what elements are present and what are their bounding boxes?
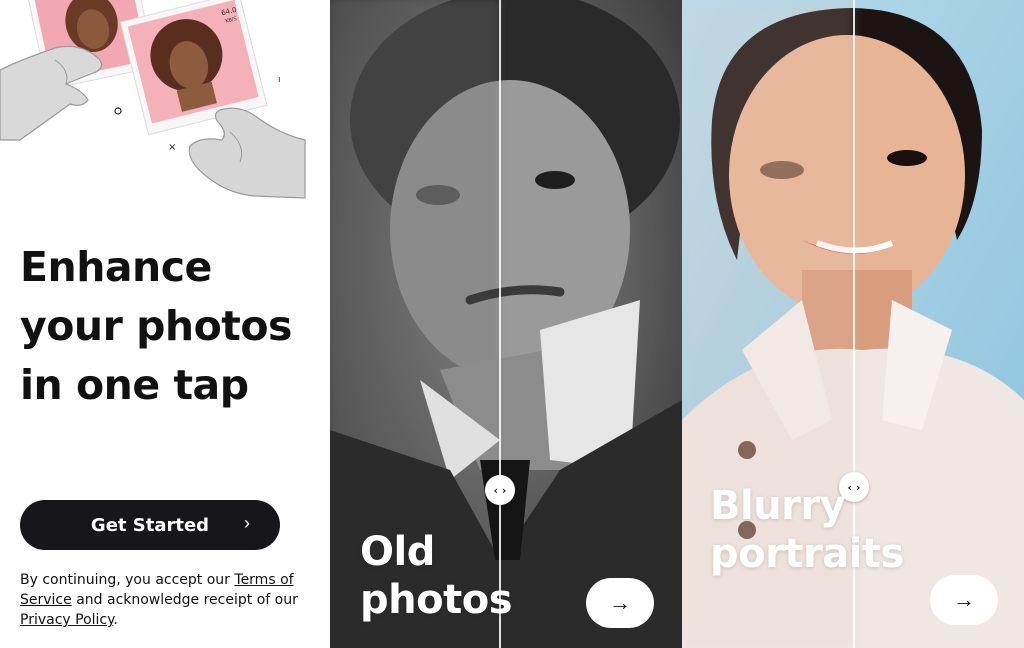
get-started-label: Get Started [90, 514, 210, 536]
old-photos-title: Old photos [360, 529, 513, 623]
chevron-right-icon: › [244, 513, 250, 533]
legal-prefix: By continuing, you accept our [20, 572, 235, 588]
legal-notice: By continuing, you accept our Terms of S… [20, 570, 315, 630]
blurry-portraits-card[interactable]: ‹ › Blurry portraits → [682, 0, 1024, 648]
photo-prints-illustration: 64.0 KB/S × ı [0, 0, 330, 210]
legal-suffix: . [113, 612, 118, 628]
old-photos-card[interactable]: ‹ › Old photos → [330, 0, 682, 648]
arrow-right-icon: → [609, 590, 631, 615]
legal-middle: and acknowledge receipt of our [71, 592, 298, 608]
svg-text:ı: ı [278, 75, 281, 85]
get-started-button[interactable]: Get Started › [20, 500, 280, 550]
headline: Enhance your photos in one tap [20, 243, 292, 409]
svg-text:×: × [168, 142, 176, 153]
privacy-policy-link[interactable]: Privacy Policy [20, 612, 113, 628]
blurry-portraits-title: Blurry portraits [710, 483, 904, 577]
drag-arrows-icon: ‹ › [493, 483, 507, 497]
onboarding-panel: 64.0 KB/S × ı Enhance your photos in one… [0, 0, 330, 648]
old-photos-arrow-button[interactable]: → [586, 578, 654, 628]
comparison-slider-handle[interactable]: ‹ › [485, 475, 515, 505]
blurry-portraits-arrow-button[interactable]: → [930, 575, 998, 625]
arrow-right-icon: → [953, 587, 975, 612]
